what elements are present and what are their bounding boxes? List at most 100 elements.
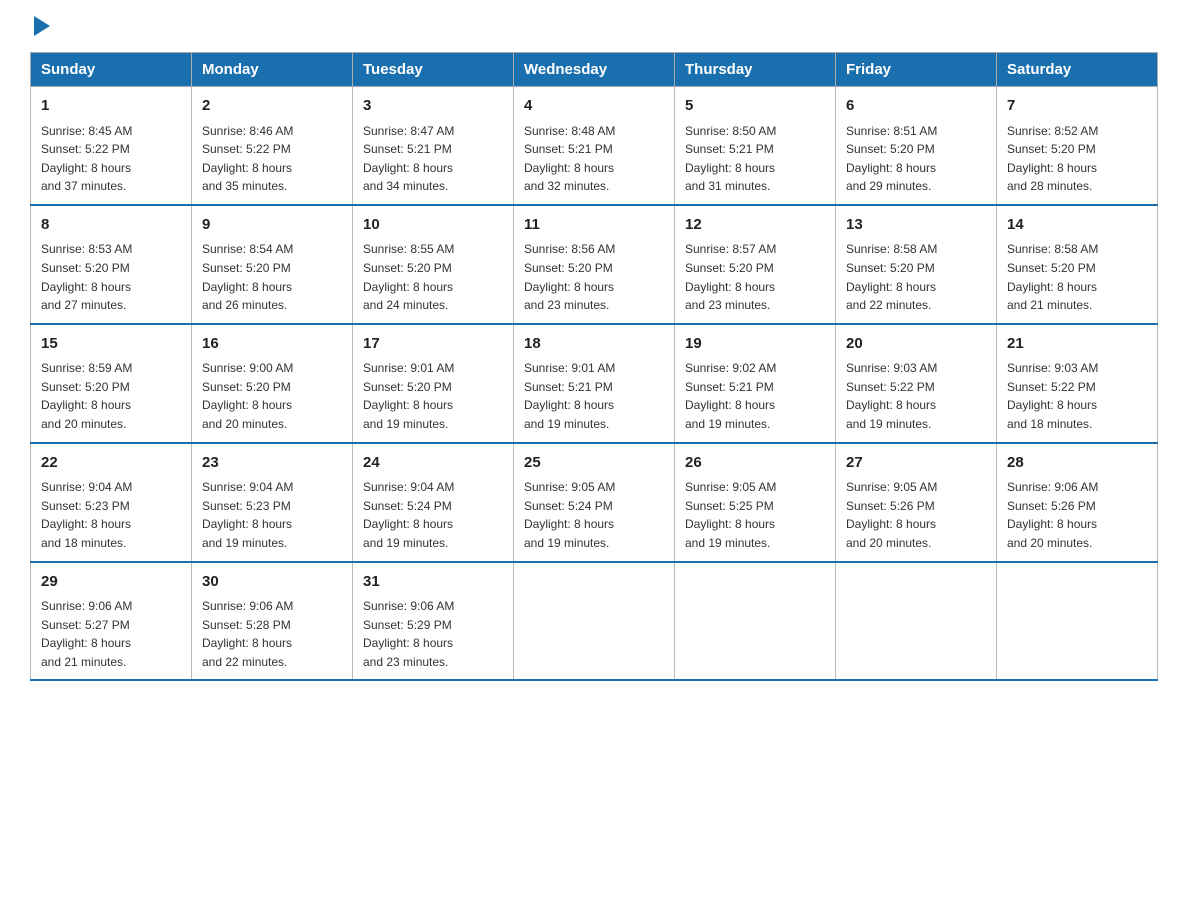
day-info: Sunrise: 8:58 AMSunset: 5:20 PMDaylight:… <box>1007 240 1147 314</box>
calendar-cell: 16 Sunrise: 9:00 AMSunset: 5:20 PMDayligh… <box>192 324 353 443</box>
day-info: Sunrise: 9:06 AMSunset: 5:29 PMDaylight:… <box>363 597 503 671</box>
calendar-cell: 8 Sunrise: 8:53 AMSunset: 5:20 PMDaylight… <box>31 205 192 324</box>
weekday-header-wednesday: Wednesday <box>514 53 675 87</box>
weekday-header-friday: Friday <box>836 53 997 87</box>
calendar-cell <box>514 562 675 681</box>
day-info: Sunrise: 8:50 AMSunset: 5:21 PMDaylight:… <box>685 122 825 196</box>
calendar-week-row: 1 Sunrise: 8:45 AMSunset: 5:22 PMDaylight… <box>31 87 1158 205</box>
day-info: Sunrise: 8:56 AMSunset: 5:20 PMDaylight:… <box>524 240 664 314</box>
calendar-cell: 13 Sunrise: 8:58 AMSunset: 5:20 PMDayligh… <box>836 205 997 324</box>
logo <box>30 20 50 32</box>
calendar-cell: 26 Sunrise: 9:05 AMSunset: 5:25 PMDayligh… <box>675 443 836 562</box>
day-info: Sunrise: 8:54 AMSunset: 5:20 PMDaylight:… <box>202 240 342 314</box>
weekday-header-tuesday: Tuesday <box>353 53 514 87</box>
day-info: Sunrise: 8:58 AMSunset: 5:20 PMDaylight:… <box>846 240 986 314</box>
day-number: 18 <box>524 333 664 356</box>
day-number: 23 <box>202 452 342 475</box>
day-number: 19 <box>685 333 825 356</box>
day-info: Sunrise: 9:06 AMSunset: 5:27 PMDaylight:… <box>41 597 181 671</box>
calendar-cell: 4 Sunrise: 8:48 AMSunset: 5:21 PMDaylight… <box>514 87 675 205</box>
day-number: 20 <box>846 333 986 356</box>
day-number: 16 <box>202 333 342 356</box>
day-info: Sunrise: 9:05 AMSunset: 5:26 PMDaylight:… <box>846 478 986 552</box>
calendar-cell: 5 Sunrise: 8:50 AMSunset: 5:21 PMDaylight… <box>675 87 836 205</box>
day-info: Sunrise: 9:03 AMSunset: 5:22 PMDaylight:… <box>1007 359 1147 433</box>
page-header <box>30 20 1158 32</box>
day-number: 21 <box>1007 333 1147 356</box>
calendar-cell: 3Sunrise: 8:47 AMSunset: 5:21 PMDaylight… <box>353 87 514 205</box>
day-number: 28 <box>1007 452 1147 475</box>
day-info: Sunrise: 9:01 AMSunset: 5:20 PMDaylight:… <box>363 359 503 433</box>
day-info: Sunrise: 9:01 AMSunset: 5:21 PMDaylight:… <box>524 359 664 433</box>
day-number: 8 <box>41 214 181 237</box>
day-number: 14 <box>1007 214 1147 237</box>
day-number: 9 <box>202 214 342 237</box>
calendar-cell: 11 Sunrise: 8:56 AMSunset: 5:20 PMDayligh… <box>514 205 675 324</box>
calendar-cell: 29 Sunrise: 9:06 AMSunset: 5:27 PMDayligh… <box>31 562 192 681</box>
day-number: 24 <box>363 452 503 475</box>
calendar-cell: 30 Sunrise: 9:06 AMSunset: 5:28 PMDayligh… <box>192 562 353 681</box>
day-number: 26 <box>685 452 825 475</box>
day-info: Sunrise: 9:06 AMSunset: 5:26 PMDaylight:… <box>1007 478 1147 552</box>
calendar-cell: 22Sunrise: 9:04 AMSunset: 5:23 PMDayligh… <box>31 443 192 562</box>
day-number: 7 <box>1007 95 1147 118</box>
day-number: 15 <box>41 333 181 356</box>
calendar-header-row: SundayMondayTuesdayWednesdayThursdayFrid… <box>31 53 1158 87</box>
weekday-header-sunday: Sunday <box>31 53 192 87</box>
day-number: 31 <box>363 571 503 594</box>
calendar-cell: 10 Sunrise: 8:55 AMSunset: 5:20 PMDayligh… <box>353 205 514 324</box>
calendar-cell: 25 Sunrise: 9:05 AMSunset: 5:24 PMDayligh… <box>514 443 675 562</box>
day-number: 29 <box>41 571 181 594</box>
day-info: Sunrise: 9:05 AMSunset: 5:25 PMDaylight:… <box>685 478 825 552</box>
day-number: 10 <box>363 214 503 237</box>
calendar-cell: 2Sunrise: 8:46 AMSunset: 5:22 PMDaylight… <box>192 87 353 205</box>
day-info: Sunrise: 9:04 AMSunset: 5:24 PMDaylight:… <box>363 478 503 552</box>
calendar-cell: 27Sunrise: 9:05 AMSunset: 5:26 PMDayligh… <box>836 443 997 562</box>
day-number: 5 <box>685 95 825 118</box>
calendar-cell: 17 Sunrise: 9:01 AMSunset: 5:20 PMDayligh… <box>353 324 514 443</box>
calendar-cell: 21 Sunrise: 9:03 AMSunset: 5:22 PMDayligh… <box>997 324 1158 443</box>
day-number: 13 <box>846 214 986 237</box>
calendar-week-row: 8 Sunrise: 8:53 AMSunset: 5:20 PMDaylight… <box>31 205 1158 324</box>
calendar-cell <box>836 562 997 681</box>
day-number: 6 <box>846 95 986 118</box>
calendar-cell: 9 Sunrise: 8:54 AMSunset: 5:20 PMDaylight… <box>192 205 353 324</box>
day-number: 4 <box>524 95 664 118</box>
day-info: Sunrise: 8:52 AMSunset: 5:20 PMDaylight:… <box>1007 122 1147 196</box>
calendar-cell: 12Sunrise: 8:57 AMSunset: 5:20 PMDayligh… <box>675 205 836 324</box>
calendar-cell: 15 Sunrise: 8:59 AMSunset: 5:20 PMDayligh… <box>31 324 192 443</box>
day-info: Sunrise: 9:02 AMSunset: 5:21 PMDaylight:… <box>685 359 825 433</box>
calendar-cell <box>675 562 836 681</box>
weekday-header-thursday: Thursday <box>675 53 836 87</box>
day-info: Sunrise: 8:55 AMSunset: 5:20 PMDaylight:… <box>363 240 503 314</box>
calendar-week-row: 29 Sunrise: 9:06 AMSunset: 5:27 PMDayligh… <box>31 562 1158 681</box>
calendar-week-row: 15 Sunrise: 8:59 AMSunset: 5:20 PMDayligh… <box>31 324 1158 443</box>
day-info: Sunrise: 8:48 AMSunset: 5:21 PMDaylight:… <box>524 122 664 196</box>
calendar-cell: 18 Sunrise: 9:01 AMSunset: 5:21 PMDayligh… <box>514 324 675 443</box>
calendar-cell <box>997 562 1158 681</box>
day-info: Sunrise: 9:06 AMSunset: 5:28 PMDaylight:… <box>202 597 342 671</box>
day-info: Sunrise: 9:04 AMSunset: 5:23 PMDaylight:… <box>41 478 181 552</box>
day-number: 11 <box>524 214 664 237</box>
day-info: Sunrise: 8:51 AMSunset: 5:20 PMDaylight:… <box>846 122 986 196</box>
day-info: Sunrise: 8:59 AMSunset: 5:20 PMDaylight:… <box>41 359 181 433</box>
day-number: 1 <box>41 95 181 118</box>
day-number: 17 <box>363 333 503 356</box>
day-number: 30 <box>202 571 342 594</box>
day-info: Sunrise: 8:45 AMSunset: 5:22 PMDaylight:… <box>41 122 181 196</box>
logo-arrow-icon <box>34 16 50 36</box>
day-info: Sunrise: 9:04 AMSunset: 5:23 PMDaylight:… <box>202 478 342 552</box>
calendar-cell: 20 Sunrise: 9:03 AMSunset: 5:22 PMDayligh… <box>836 324 997 443</box>
day-info: Sunrise: 9:00 AMSunset: 5:20 PMDaylight:… <box>202 359 342 433</box>
day-info: Sunrise: 8:53 AMSunset: 5:20 PMDaylight:… <box>41 240 181 314</box>
day-info: Sunrise: 9:05 AMSunset: 5:24 PMDaylight:… <box>524 478 664 552</box>
calendar-week-row: 22Sunrise: 9:04 AMSunset: 5:23 PMDayligh… <box>31 443 1158 562</box>
calendar-cell: 23 Sunrise: 9:04 AMSunset: 5:23 PMDayligh… <box>192 443 353 562</box>
calendar-cell: 31 Sunrise: 9:06 AMSunset: 5:29 PMDayligh… <box>353 562 514 681</box>
day-info: Sunrise: 8:47 AMSunset: 5:21 PMDaylight:… <box>363 122 503 196</box>
day-info: Sunrise: 9:03 AMSunset: 5:22 PMDaylight:… <box>846 359 986 433</box>
day-number: 2 <box>202 95 342 118</box>
calendar-table: SundayMondayTuesdayWednesdayThursdayFrid… <box>30 52 1158 681</box>
calendar-cell: 1 Sunrise: 8:45 AMSunset: 5:22 PMDaylight… <box>31 87 192 205</box>
day-number: 25 <box>524 452 664 475</box>
